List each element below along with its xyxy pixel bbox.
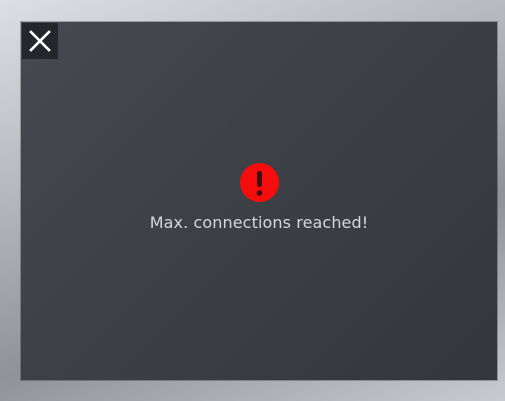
close-icon xyxy=(29,30,51,52)
window-frame: Max. connections reached! xyxy=(0,0,505,401)
exclamation-icon xyxy=(256,171,262,196)
alert-icon xyxy=(239,163,279,202)
dialog-content: Max. connections reached! xyxy=(21,163,497,232)
error-message: Max. connections reached! xyxy=(149,213,369,232)
close-button[interactable] xyxy=(22,23,58,59)
